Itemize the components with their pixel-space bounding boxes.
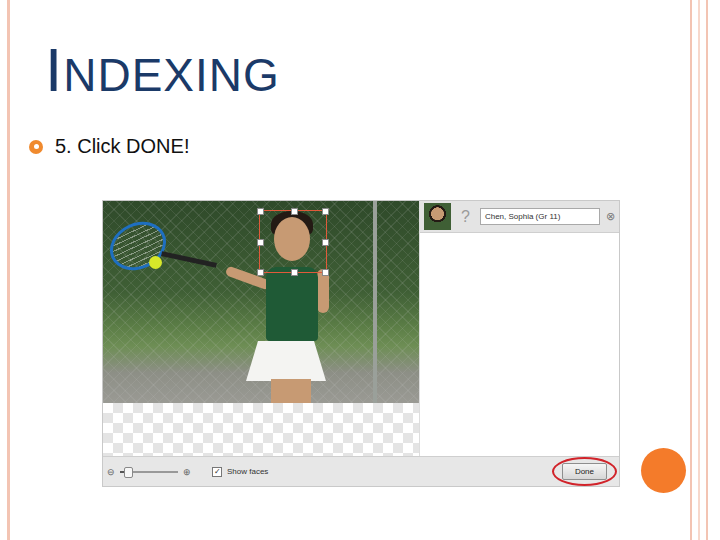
photo-area: [103, 201, 420, 456]
face-thumbnail: [424, 203, 451, 230]
slide-title: INDEXING: [45, 38, 720, 107]
show-faces-label[interactable]: Show faces: [227, 467, 268, 476]
unknown-icon: ?: [457, 208, 474, 226]
zoom-slider[interactable]: [120, 471, 178, 473]
player-jersey: [266, 267, 318, 341]
resize-handle[interactable]: [257, 269, 264, 276]
resize-handle[interactable]: [322, 208, 329, 215]
slide-border-left: [7, 0, 10, 540]
highlight-ring: [552, 457, 617, 486]
tag-row: ? Chen, Sophia (Gr 11) ⊗: [420, 201, 619, 233]
resize-handle[interactable]: [322, 269, 329, 276]
tennis-photo: [103, 201, 419, 403]
slide-content: INDEXING 5. Click DONE!? Chen, Sophia (Gr …: [0, 0, 720, 487]
app-screenshot: ? Chen, Sophia (Gr 11) ⊗ ⊖ ⊕ ✓ Show faces Done: [102, 200, 620, 487]
slide-border-right: [690, 0, 708, 540]
bottom-bar: ⊖ ⊕ ✓ Show faces Done: [103, 456, 619, 486]
transparent-area: [103, 403, 419, 456]
resize-handle[interactable]: [322, 239, 329, 246]
show-faces-checkbox[interactable]: ✓: [212, 467, 222, 477]
remove-icon[interactable]: ⊗: [606, 210, 615, 223]
fence-pole: [373, 201, 377, 403]
bullet-item: 5. Click DONE!: [29, 135, 720, 158]
bullet-icon: [29, 140, 43, 154]
tag-panel: ? Chen, Sophia (Gr 11) ⊗: [420, 201, 619, 456]
resize-handle[interactable]: [257, 208, 264, 215]
player-face: [274, 217, 310, 261]
check-icon: ✓: [214, 468, 221, 476]
tennis-ball: [149, 256, 162, 269]
bullet-text: 5. Click DONE!: [55, 135, 189, 158]
name-field[interactable]: Chen, Sophia (Gr 11): [480, 208, 600, 225]
player-legs: [271, 379, 311, 403]
zoom-fill: [120, 471, 129, 473]
resize-handle[interactable]: [257, 239, 264, 246]
done-area: Done: [562, 463, 607, 480]
resize-handle[interactable]: [291, 269, 298, 276]
decor-circle: [641, 448, 686, 493]
zoom-knob[interactable]: [124, 467, 133, 478]
bullet-dot: [34, 144, 39, 149]
zoom-in-icon[interactable]: ⊕: [183, 467, 191, 477]
resize-handle[interactable]: [291, 208, 298, 215]
player-skirt: [246, 341, 326, 381]
done-button[interactable]: Done: [562, 463, 607, 480]
face-selection[interactable]: [259, 210, 327, 273]
zoom-out-icon[interactable]: ⊖: [107, 467, 115, 477]
